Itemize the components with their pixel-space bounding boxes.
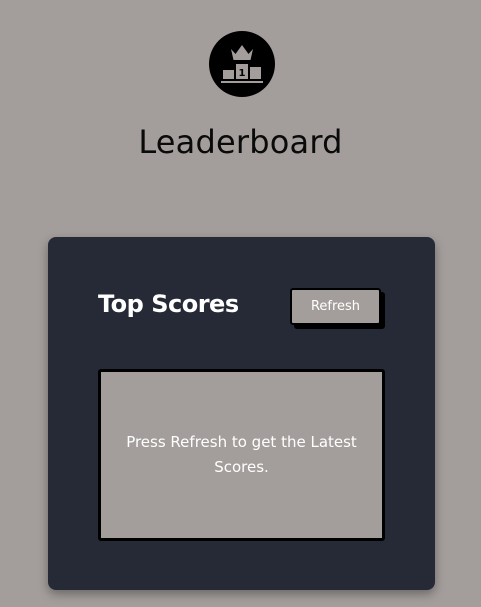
- page-title: Leaderboard: [138, 123, 343, 161]
- card-title: Top Scores: [98, 290, 239, 318]
- leaderboard-card: Top Scores Refresh Press Refresh to get …: [48, 237, 435, 590]
- scores-panel: Press Refresh to get the Latest Scores.: [98, 369, 385, 541]
- podium-crown-icon: 1: [209, 31, 275, 97]
- empty-message: Press Refresh to get the Latest Scores.: [126, 433, 357, 476]
- podium-rank-label: 1: [239, 68, 246, 79]
- refresh-button[interactable]: Refresh: [290, 288, 381, 325]
